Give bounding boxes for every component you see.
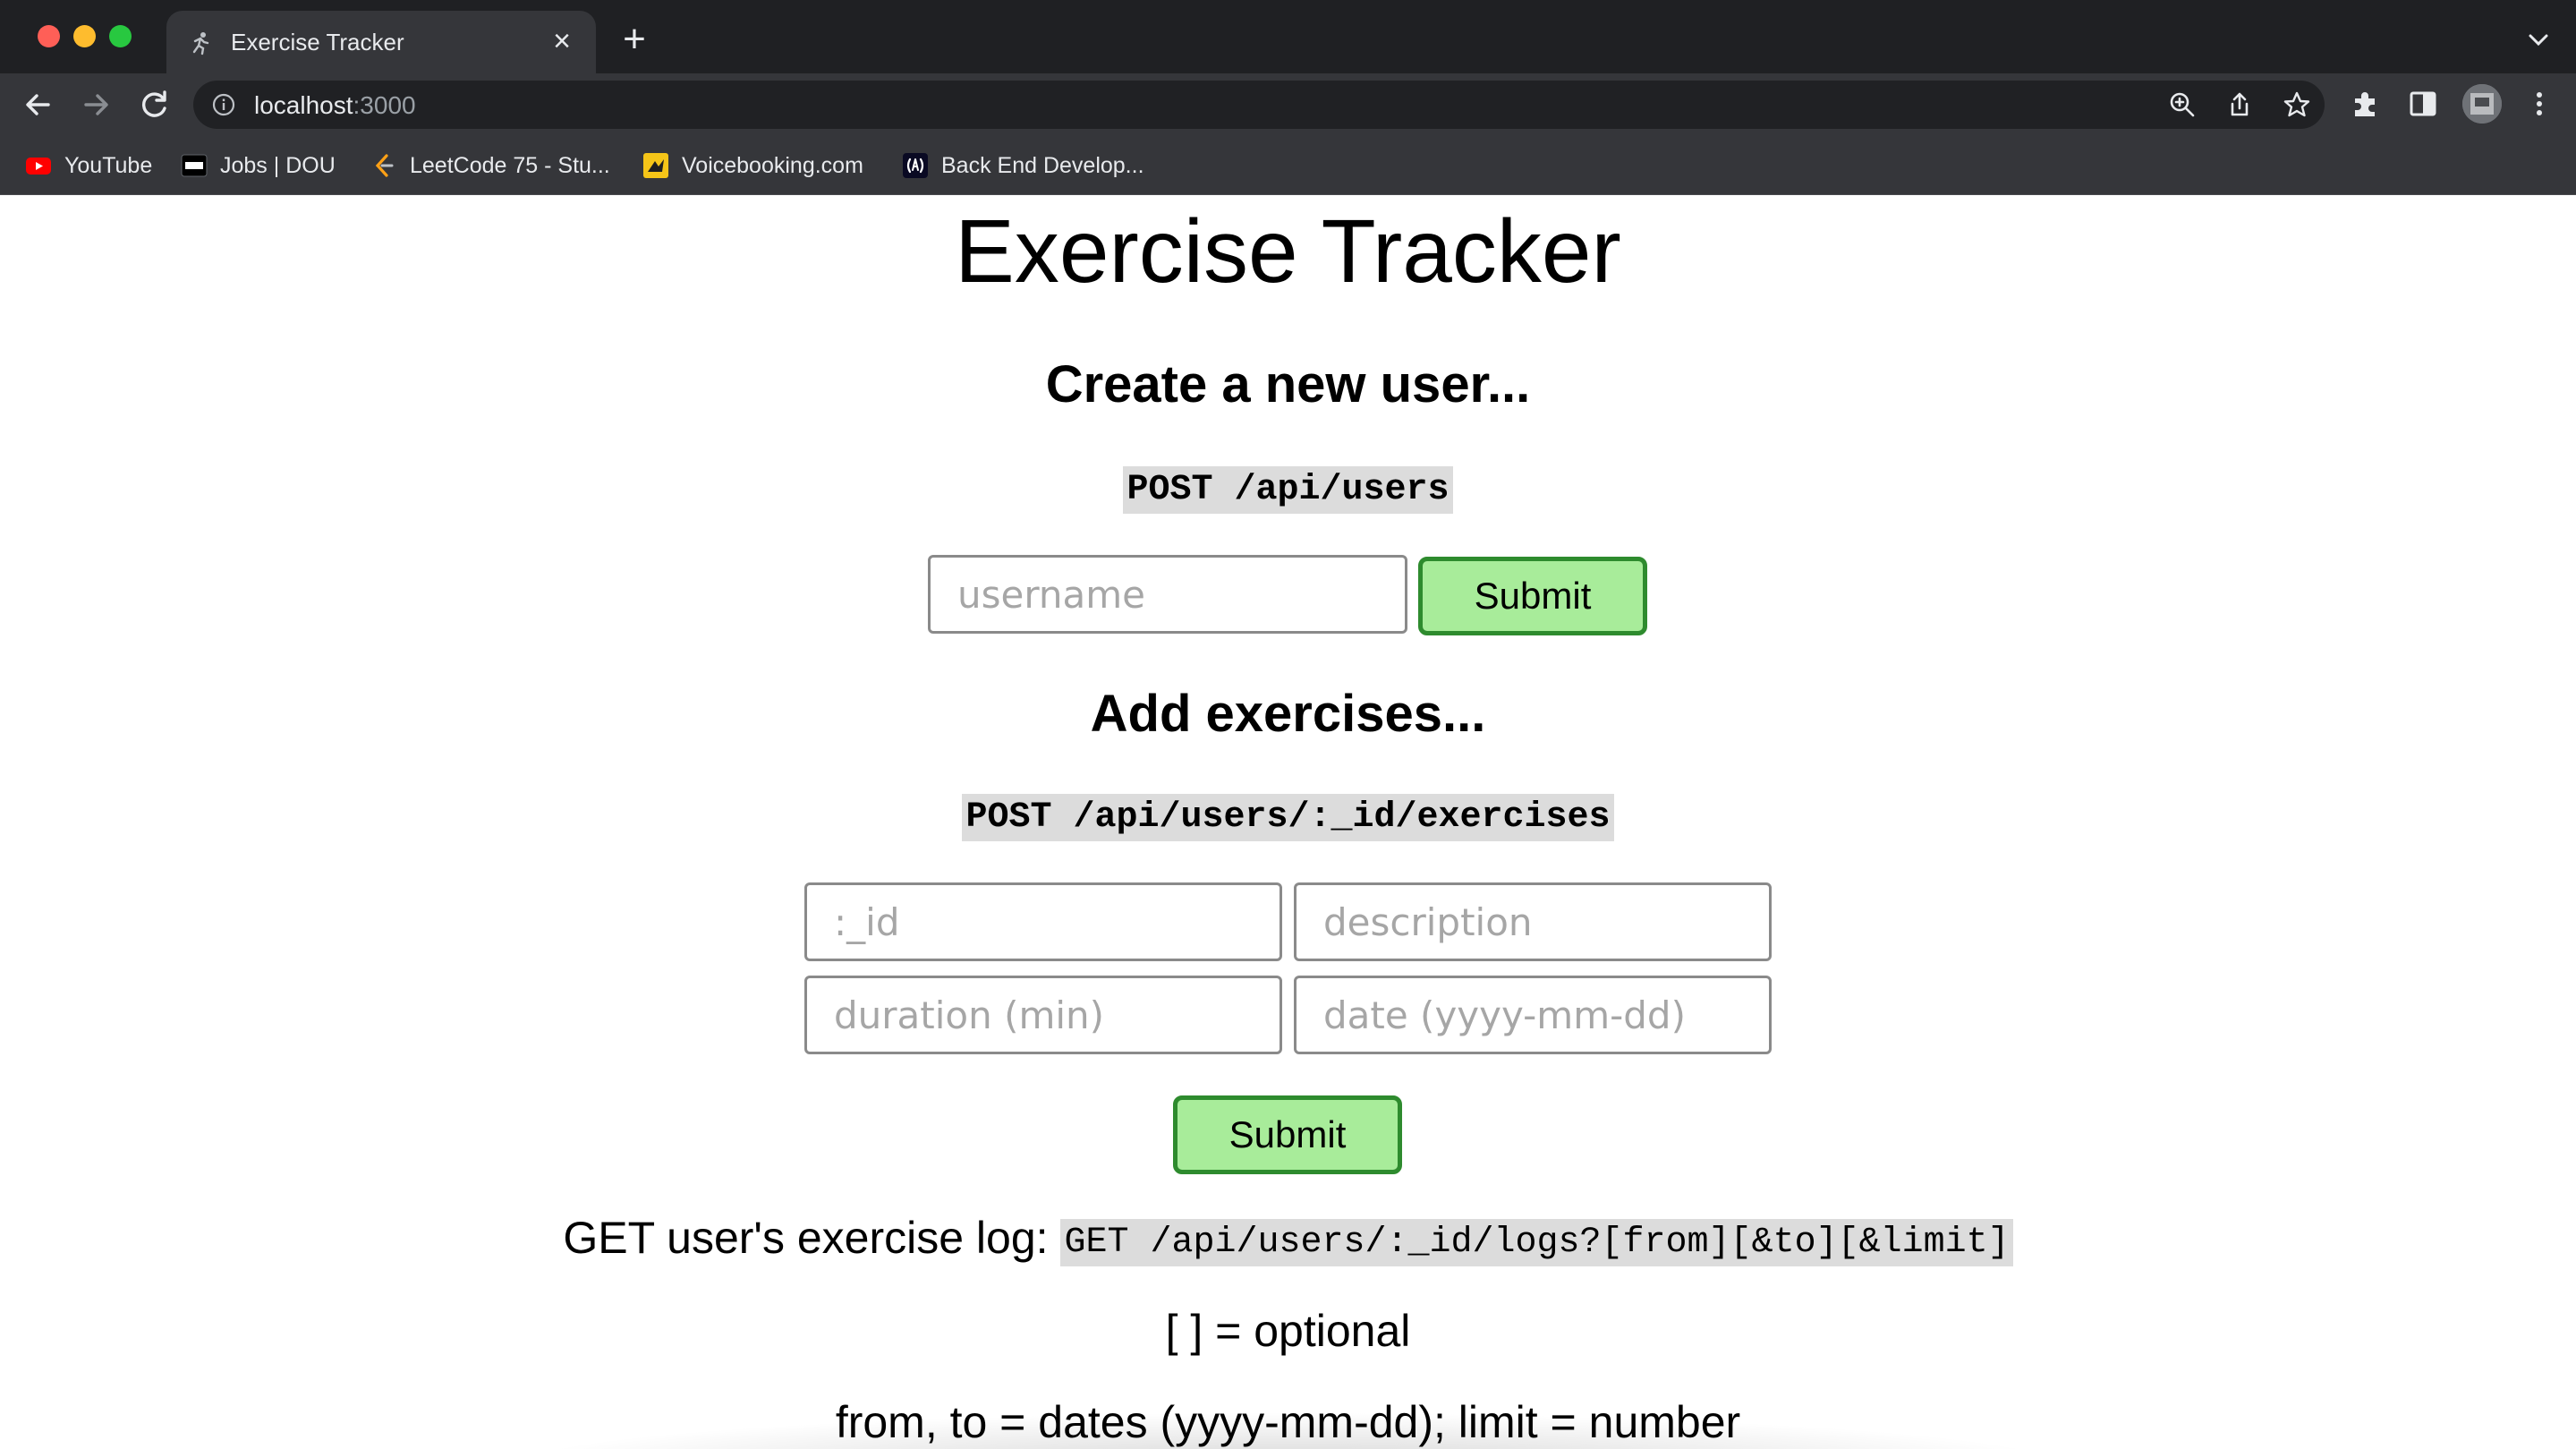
bookmark-jobs-dou[interactable]: Jobs | DOU [181,149,336,183]
params-note: from, to = dates (yyyy-mm-dd); limit = n… [835,1397,1741,1447]
url-port: :3000 [353,91,416,119]
bookmark-youtube[interactable]: YouTube [25,149,152,183]
exercise-log-line: GET user's exercise log: GET /api/users/… [0,1212,2576,1266]
bookmark-label: Voicebooking.com [682,152,863,178]
create-user-endpoint-line: POST /api/users [0,466,2576,514]
bookmarks-bar: YouTube Jobs | DOU LeetCode 75 - Stu... … [0,136,2576,195]
add-exercise-endpoint-line: POST /api/users/:_id/exercises [0,794,2576,841]
url-host: localhost [254,91,353,119]
profile-avatar[interactable] [2462,84,2502,124]
forward-arrow-icon[interactable] [73,82,118,127]
bookmark-label: LeetCode 75 - Stu... [410,152,610,178]
browser-toolbar: localhost:3000 [0,73,2576,136]
username-input[interactable] [928,555,1407,634]
freecodecamp-icon [903,153,928,178]
add-exercise-endpoint: POST /api/users/:_id/exercises [962,794,1614,841]
create-user-heading: Create a new user... [1045,355,1531,413]
side-panel-icon[interactable] [2405,86,2441,122]
url-text: localhost:3000 [254,91,416,120]
new-tab-button[interactable]: + [614,20,655,61]
tab-exercise-tracker[interactable]: Exercise Tracker × [166,11,596,73]
back-arrow-icon[interactable] [16,82,61,127]
leetcode-icon [375,154,394,177]
chevron-down-icon[interactable] [2522,23,2555,55]
bookmark-star-icon[interactable] [2282,89,2312,120]
window-maximize-button[interactable] [109,25,132,47]
create-user-endpoint: POST /api/users [1123,466,1453,514]
runner-favicon-icon [192,32,209,55]
bookmark-voicebooking[interactable]: Voicebooking.com [642,149,863,183]
page-title: Exercise Tracker [955,201,1621,302]
user-id-input[interactable] [804,882,1282,961]
bookmark-label: Back End Develop... [941,152,1144,178]
bookmark-leetcode[interactable]: LeetCode 75 - Stu... [370,149,610,183]
submit-user-button[interactable]: Submit [1418,557,1647,635]
reload-icon[interactable] [132,82,177,127]
browser-chrome: Exercise Tracker × + localhost:3000 YouT… [0,0,2576,195]
page-content: Exercise Tracker Create a new user... PO… [0,195,2576,1449]
zoom-icon[interactable] [2167,89,2198,120]
bookmark-label: Jobs | DOU [220,152,336,178]
description-input[interactable] [1294,882,1772,961]
tab-close-icon[interactable]: × [544,23,580,59]
youtube-icon [26,158,51,175]
tab-strip: Exercise Tracker × + [0,0,2576,73]
more-menu-icon[interactable] [2521,86,2557,122]
address-bar[interactable]: localhost:3000 [193,81,2325,129]
duration-input[interactable] [804,976,1282,1054]
add-exercises-heading: Add exercises... [1090,685,1486,743]
optional-note: [ ] = optional [1165,1306,1411,1356]
exercise-log-label: GET user's exercise log: [563,1213,1061,1263]
dou-icon [181,154,208,177]
date-input[interactable] [1294,976,1772,1054]
share-icon[interactable] [2224,89,2255,120]
bookmark-back-end-develop[interactable]: Back End Develop... [902,149,1144,183]
site-info-icon[interactable] [211,92,236,117]
exercise-log-endpoint: GET /api/users/:_id/logs?[from][&to][&li… [1060,1219,2013,1266]
extensions-puzzle-icon[interactable] [2348,86,2384,122]
submit-exercise-button[interactable]: Submit [1173,1095,1402,1174]
bookmark-label: YouTube [64,152,153,178]
tab-title: Exercise Tracker [231,29,404,55]
avatar-image-icon [2462,84,2502,124]
window-close-button[interactable] [38,25,60,47]
voicebooking-icon [643,153,668,178]
window-minimize-button[interactable] [73,25,96,47]
